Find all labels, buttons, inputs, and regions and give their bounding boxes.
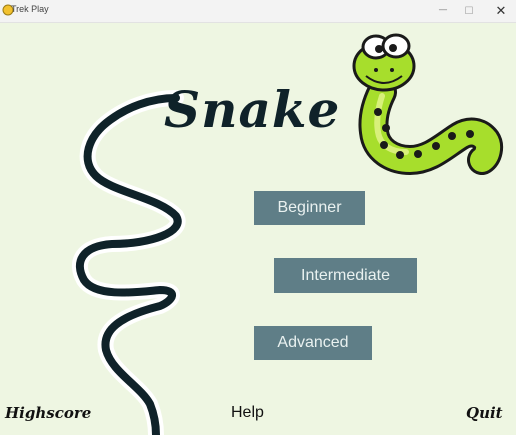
decorative-snake-tail-icon bbox=[72, 90, 186, 435]
advanced-button[interactable]: Advanced bbox=[254, 326, 372, 360]
game-window: Trek Play — ☐ ✕ Snake Beginner Intermedi… bbox=[0, 0, 516, 435]
highscore-button[interactable]: Highscore bbox=[5, 404, 91, 422]
snake-mascot-icon bbox=[352, 33, 504, 176]
beginner-button[interactable]: Beginner bbox=[254, 191, 365, 225]
quit-button[interactable]: Quit bbox=[466, 404, 503, 422]
help-button[interactable]: Help bbox=[231, 404, 264, 422]
game-logo: Snake bbox=[164, 80, 341, 139]
intermediate-button[interactable]: Intermediate bbox=[274, 258, 417, 293]
